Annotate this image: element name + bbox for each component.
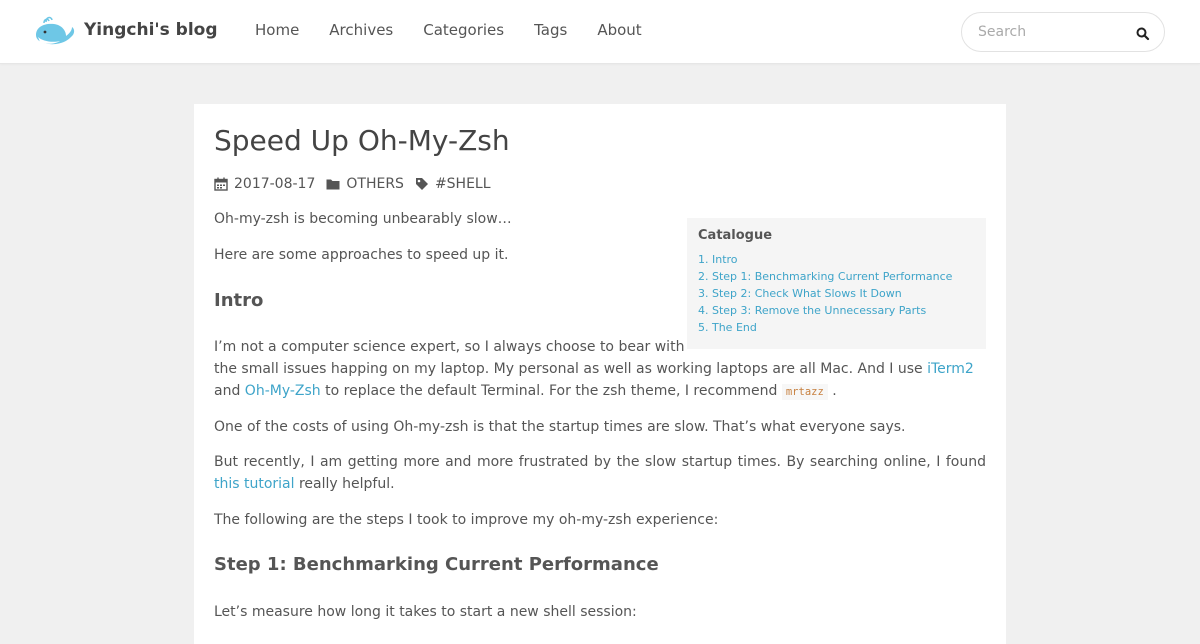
post-date: 2017-08-17: [214, 176, 315, 192]
paragraph-3-text-a: the small issues happing on my laptop. M…: [214, 361, 928, 377]
article-card: Speed Up Oh-My-Zsh 2017-08-17 OTHERS #SH…: [194, 104, 1006, 644]
post-meta: 2017-08-17 OTHERS #SHELL: [214, 176, 502, 192]
paragraph-5-text-b: really helpful.: [294, 476, 395, 492]
paragraph-6: The following are the steps I took to im…: [214, 512, 719, 528]
nav-tags-link[interactable]: Tags: [534, 21, 567, 39]
whale-logo-icon[interactable]: [34, 15, 76, 49]
catalogue-box: Catalogue 1. Intro 2. Step 1: Benchmarki…: [687, 218, 986, 349]
paragraph-3-line-3: and Oh-My-Zsh to replace the default Ter…: [214, 380, 837, 403]
paragraph-3-line-1: I’m not a computer science expert, so I …: [214, 339, 685, 355]
post-category: OTHERS: [326, 176, 404, 192]
oh-my-zsh-link[interactable]: Oh-My-Zsh: [245, 383, 321, 399]
paragraph-5-text-a: But recently, I am getting more and more…: [214, 454, 986, 470]
inline-code-theme: mrtazz: [781, 384, 828, 400]
calendar-icon: [214, 177, 228, 191]
site-header: Yingchi's blog Home Archives Categories …: [0, 0, 1200, 64]
paragraph-3-text-d: .: [827, 383, 837, 399]
catalogue-title: Catalogue: [698, 228, 773, 243]
post-title: Speed Up Oh-My-Zsh: [214, 124, 510, 157]
toc-link-the-end[interactable]: 5. The End: [698, 321, 757, 334]
main-nav: Home Archives Categories Tags About: [255, 21, 672, 39]
tutorial-link[interactable]: this tutorial: [214, 476, 295, 492]
post-tag-link[interactable]: #SHELL: [435, 176, 491, 192]
folder-icon: [326, 179, 340, 190]
heading-intro: Intro: [214, 290, 264, 311]
catalogue-item: 2. Step 1: Benchmarking Current Performa…: [698, 268, 975, 285]
heading-step-1: Step 1: Benchmarking Current Performance: [214, 554, 659, 575]
nav-categories-link[interactable]: Categories: [423, 21, 504, 39]
iterm2-link[interactable]: iTerm2: [927, 361, 974, 377]
catalogue-item: 5. The End: [698, 319, 975, 336]
catalogue-item: 3. Step 2: Check What Slows It Down: [698, 285, 975, 302]
toc-link-intro[interactable]: 1. Intro: [698, 253, 738, 266]
catalogue-item: 1. Intro: [698, 251, 975, 268]
paragraph-3-line-2: the small issues happing on my laptop. M…: [214, 358, 986, 380]
post-date-text: 2017-08-17: [234, 176, 316, 192]
nav-archives-link[interactable]: Archives: [329, 21, 393, 39]
post-tag: #SHELL: [415, 176, 491, 192]
toc-link-step-1[interactable]: 2. Step 1: Benchmarking Current Performa…: [698, 270, 952, 283]
search-icon[interactable]: [1135, 26, 1151, 42]
search-input[interactable]: [976, 21, 1126, 43]
toc-link-step-3[interactable]: 4. Step 3: Remove the Unnecessary Parts: [698, 304, 926, 317]
tag-icon: [415, 178, 428, 190]
paragraph-3-text-c: to replace the default Terminal. For the…: [320, 383, 782, 399]
nav-home-link[interactable]: Home: [255, 21, 299, 39]
nav-about-link[interactable]: About: [597, 21, 641, 39]
catalogue-item: 4. Step 3: Remove the Unnecessary Parts: [698, 302, 975, 319]
paragraph-4: One of the costs of using Oh-my-zsh is t…: [214, 419, 906, 435]
post-category-link[interactable]: OTHERS: [346, 176, 404, 192]
search-box: [961, 12, 1165, 52]
site-title-link[interactable]: Yingchi's blog: [84, 20, 218, 40]
paragraph-7: Let’s measure how long it takes to start…: [214, 604, 637, 620]
toc-link-step-2[interactable]: 3. Step 2: Check What Slows It Down: [698, 287, 902, 300]
paragraph-5: But recently, I am getting more and more…: [214, 451, 986, 495]
catalogue-list: 1. Intro 2. Step 1: Benchmarking Current…: [698, 251, 975, 336]
paragraph-3-text-b: and: [214, 383, 245, 399]
